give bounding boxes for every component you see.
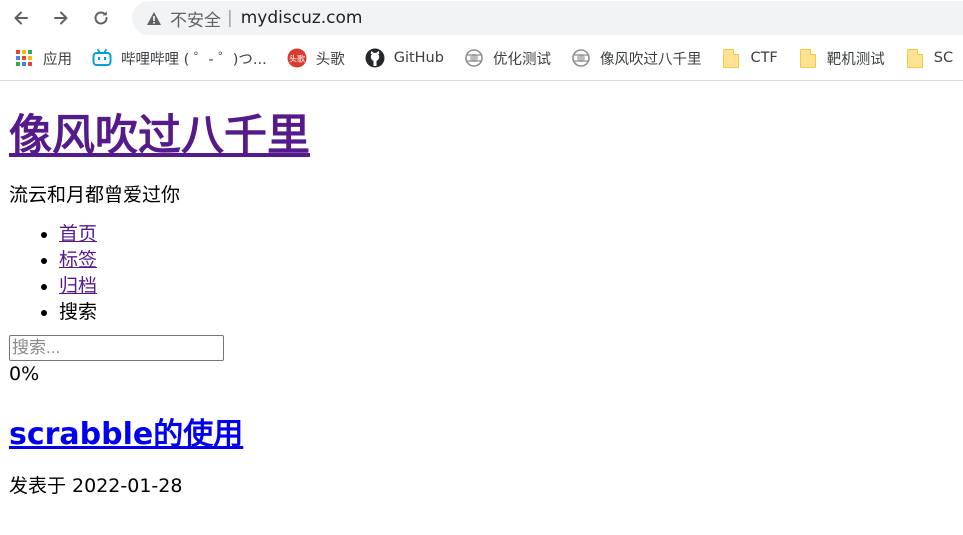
bookmark-label: 哔哩哔哩 ( ゜- ゜)つ... <box>121 51 267 68</box>
page-content: 像风吹过八千里 流云和月都曾爱过你 首页 标签 归档 搜索 0% scrabbl… <box>0 111 963 498</box>
site-title: 像风吹过八千里 <box>9 111 963 161</box>
post-title-link[interactable]: scrabble的使用 <box>9 417 243 452</box>
apps-grid-icon <box>14 48 34 68</box>
bookmark-github[interactable]: GitHub <box>365 48 444 68</box>
menu-link-archive[interactable]: 归档 <box>59 275 97 297</box>
address-bar[interactable]: 不安全 | mydiscuz.com <box>132 1 963 35</box>
globe-icon <box>464 48 484 68</box>
bookmark-folder-ctf[interactable]: CTF <box>721 48 778 68</box>
menu-link-tags[interactable]: 标签 <box>59 249 97 271</box>
bookmark-xiangfeng[interactable]: 像风吹过八千里 <box>571 48 702 69</box>
url-text[interactable]: mydiscuz.com <box>241 8 363 28</box>
reload-button[interactable] <box>86 3 116 33</box>
bookmark-touge[interactable]: 头歌 头歌 <box>287 48 345 69</box>
bookmark-bilibili[interactable]: 哔哩哔哩 ( ゜- ゜)つ... <box>92 48 267 69</box>
bookmark-label: 优化测试 <box>492 51 551 68</box>
url-separator: | <box>227 8 233 28</box>
bookmark-apps[interactable]: 应用 <box>14 48 72 69</box>
post-title: scrabble的使用 <box>9 417 963 453</box>
back-arrow-icon <box>14 11 28 25</box>
menu-item-search[interactable]: 搜索 <box>59 299 963 325</box>
warning-icon[interactable] <box>146 11 162 26</box>
forward-button[interactable] <box>46 3 76 33</box>
search-input[interactable] <box>9 335 224 361</box>
bookmark-label: 头歌 <box>315 51 345 68</box>
bookmark-label: CTF <box>750 50 778 66</box>
bookmark-folder-sc[interactable]: SC <box>905 48 953 68</box>
bilibili-icon <box>92 48 112 68</box>
menu-item-tags: 标签 <box>59 247 963 273</box>
svg-text:头歌: 头歌 <box>289 54 305 64</box>
github-icon <box>365 48 385 68</box>
bookmark-folder-baji[interactable]: 靶机测试 <box>798 48 885 69</box>
touge-icon: 头歌 <box>287 48 307 68</box>
site-subtitle: 流云和月都曾爱过你 <box>9 184 181 206</box>
browser-toolbar: 不安全 | mydiscuz.com <box>0 0 963 36</box>
menu-link-home[interactable]: 首页 <box>59 223 97 245</box>
folder-icon <box>905 48 925 68</box>
bookmark-label: 靶机测试 <box>826 51 885 68</box>
main-menu: 首页 标签 归档 搜索 <box>9 221 963 325</box>
menu-item-archive: 归档 <box>59 273 963 299</box>
post-date: 发表于 2022-01-28 <box>9 475 183 497</box>
globe-icon <box>571 48 591 68</box>
bookmark-label: 像风吹过八千里 <box>599 51 702 68</box>
bookmark-label: SC <box>933 50 954 66</box>
bookmarks-bar: 应用 哔哩哔哩 ( ゜- ゜)つ... 头歌 头歌 GitHub 优化测试 像风… <box>0 36 963 81</box>
site-title-link[interactable]: 像风吹过八千里 <box>9 111 310 161</box>
bookmark-label: GitHub <box>393 50 444 66</box>
bookmark-youhua[interactable]: 优化测试 <box>464 48 551 69</box>
reload-icon <box>94 11 108 25</box>
reading-progress: 0% <box>9 363 40 385</box>
insecure-label[interactable]: 不安全 <box>170 6 221 31</box>
bookmark-label: 应用 <box>43 51 72 68</box>
menu-item-home: 首页 <box>59 221 963 247</box>
forward-arrow-icon <box>54 11 68 25</box>
back-button[interactable] <box>6 3 36 33</box>
folder-icon <box>798 48 818 68</box>
folder-icon <box>721 48 741 68</box>
